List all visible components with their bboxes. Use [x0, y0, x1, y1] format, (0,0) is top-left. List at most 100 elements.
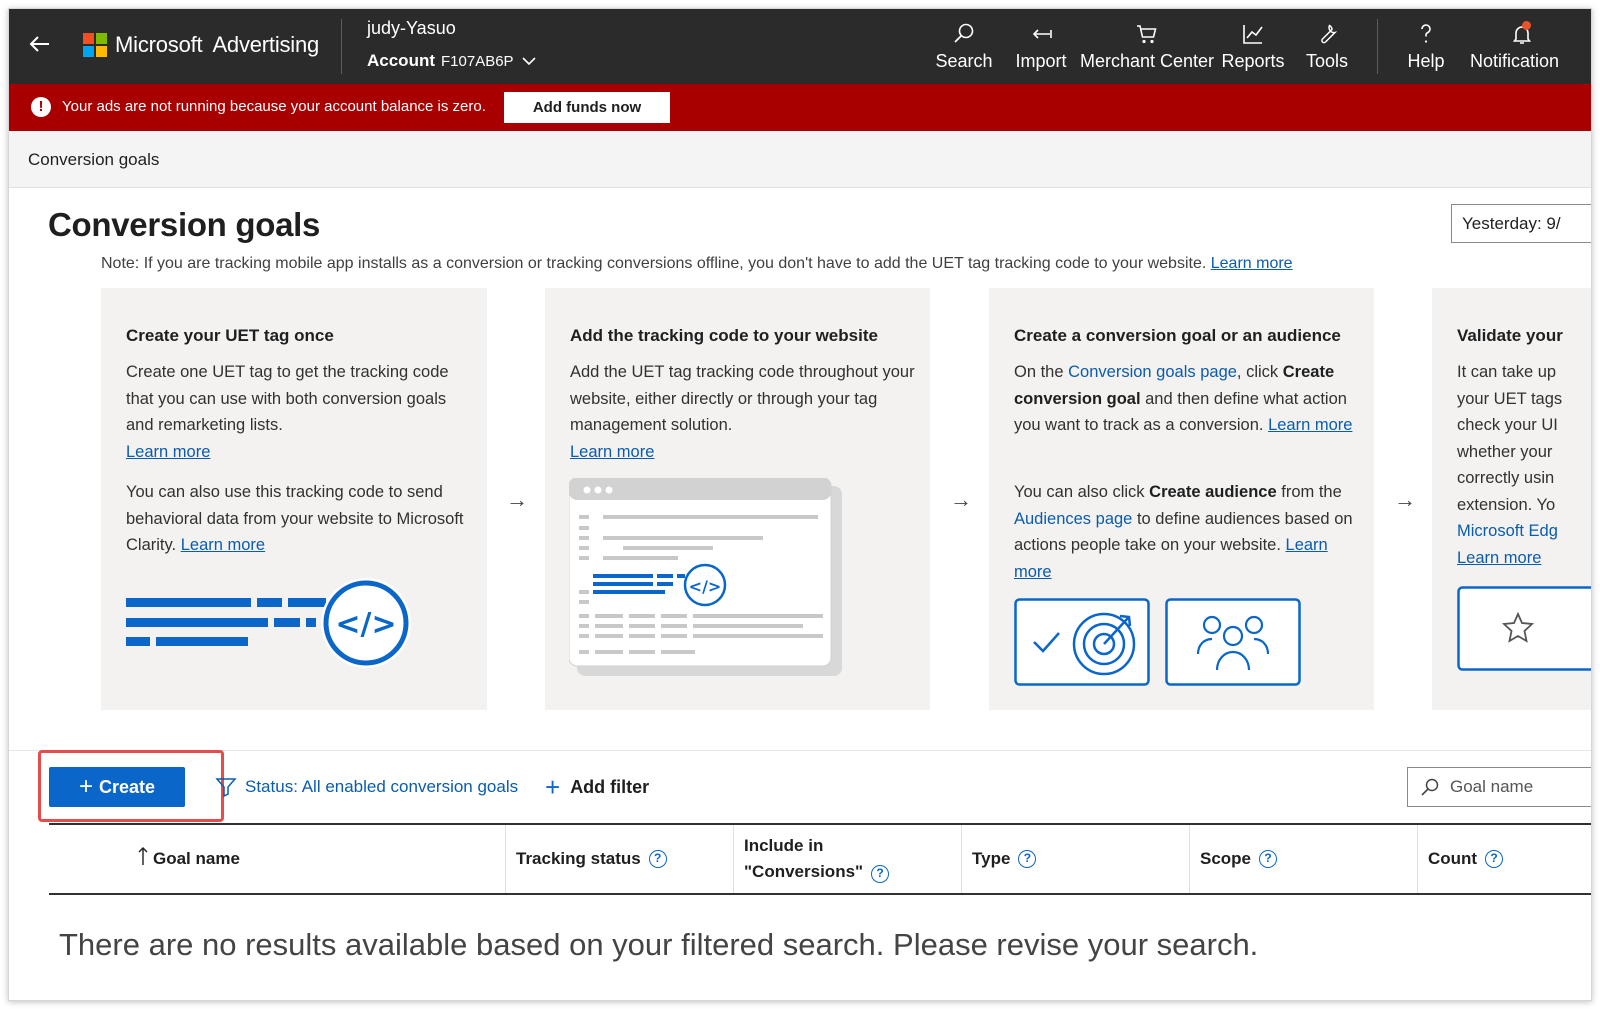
step-card-create-conversion-goal: Create a conversion goal or an audience … — [989, 288, 1374, 710]
column-count[interactable]: Count ? — [1417, 825, 1591, 893]
create-button[interactable]: + Create — [49, 767, 185, 807]
breadcrumb: Conversion goals — [9, 131, 1591, 188]
tracking-note: Note: If you are tracking mobile app ins… — [101, 255, 1293, 273]
section-divider — [9, 750, 1591, 751]
step-text: You can also click — [1014, 483, 1145, 501]
column-label: Scope — [1200, 849, 1252, 868]
account-label: Account — [367, 51, 435, 70]
step-card-create-uet-tag: Create your UET tag once Create one UET … — [101, 288, 487, 710]
account-selector[interactable]: Account F107AB6P — [367, 51, 536, 71]
column-tracking-status[interactable]: Tracking status ? — [505, 825, 732, 893]
nav-import-label: Import — [1015, 51, 1067, 71]
svg-text:</>: </> — [689, 577, 722, 596]
column-scope[interactable]: Scope ? — [1189, 825, 1416, 893]
chevron-down-icon — [521, 57, 536, 66]
star-icon — [1457, 586, 1591, 671]
nav-import[interactable]: Import — [1011, 21, 1071, 77]
import-icon — [1032, 29, 1052, 39]
divider — [341, 19, 342, 74]
step-text: You can also use this tracking code to s… — [126, 483, 464, 554]
step-text: On the — [1014, 363, 1064, 381]
column-type[interactable]: Type ? — [961, 825, 1188, 893]
learn-more-link[interactable]: Learn more — [181, 536, 265, 554]
learn-more-link[interactable]: Learn more — [1457, 549, 1541, 567]
help-icon — [1421, 24, 1431, 43]
column-label: Count — [1428, 849, 1478, 868]
sort-arrow-up-icon — [138, 847, 148, 865]
back-arrow-icon[interactable] — [27, 31, 53, 57]
help-icon[interactable]: ? — [1018, 850, 1037, 868]
add-funds-button[interactable]: Add funds now — [504, 92, 670, 123]
goal-name-search-input[interactable]: Goal name — [1407, 767, 1591, 807]
wrench-icon — [1321, 24, 1338, 44]
nav-help[interactable]: Help — [1401, 21, 1451, 77]
goals-table-header: Goal name Tracking status ? Include in "… — [49, 823, 1591, 895]
chart-icon — [1243, 25, 1263, 44]
notification-badge — [1522, 21, 1531, 30]
nav-search-label: Search — [935, 51, 993, 71]
account-number: F107AB6P — [441, 52, 514, 70]
nav-tools-label: Tools — [1305, 51, 1349, 71]
nav-search[interactable]: Search — [935, 21, 993, 77]
status-filter-label: Status: All enabled conversion goals — [245, 777, 519, 796]
help-icon[interactable]: ? — [871, 865, 890, 883]
logo-advertising-text: Advertising — [212, 32, 320, 57]
column-label: Type — [972, 849, 1011, 868]
nav-reports[interactable]: Reports — [1220, 21, 1286, 77]
microsoft-advertising-logo[interactable]: Microsoft Advertising — [83, 32, 319, 58]
plus-icon: + — [78, 773, 93, 800]
create-button-label: Create — [98, 776, 156, 797]
nav-merchant-center[interactable]: Merchant Center — [1079, 21, 1215, 77]
date-range-picker[interactable]: Yesterday: 9/ — [1451, 204, 1591, 243]
top-navigation-bar: Microsoft Advertising judy-Yasuo Account … — [9, 9, 1591, 84]
note-learn-more-link[interactable]: Learn more — [1211, 255, 1293, 272]
microsoft-edge-link[interactable]: Microsoft Edg — [1457, 522, 1558, 540]
column-include-in-conversions[interactable]: Include in "Conversions"? — [733, 825, 960, 893]
column-label: Include in — [744, 836, 824, 855]
divider — [1377, 19, 1378, 74]
step-text: check your UI — [1457, 416, 1558, 434]
learn-more-link[interactable]: Learn more — [126, 443, 210, 461]
microsoft-logo-icon — [83, 33, 107, 57]
nav-notification[interactable]: Notification — [1470, 21, 1570, 77]
help-icon[interactable]: ? — [648, 850, 667, 868]
search-icon — [1421, 778, 1439, 796]
help-icon[interactable]: ? — [1259, 850, 1278, 868]
step-title: Add the tracking code to your website — [570, 326, 878, 345]
column-goal-name[interactable]: Goal name — [49, 825, 504, 893]
step-title: Validate your — [1457, 326, 1563, 345]
cart-icon — [1137, 25, 1157, 44]
breadcrumb-item[interactable]: Conversion goals — [28, 150, 159, 170]
search-icon — [954, 23, 974, 43]
column-label: Goal name — [153, 849, 240, 868]
column-label: Tracking status — [516, 849, 641, 868]
step-bold-text: Create audience — [1149, 483, 1277, 501]
nav-tools[interactable]: Tools — [1302, 21, 1352, 77]
alert-banner: ! Your ads are not running because your … — [9, 84, 1591, 131]
svg-text:</>: </> — [335, 607, 396, 642]
arrow-right-icon: → — [506, 487, 528, 512]
nav-merchant-center-label: Merchant Center — [1079, 51, 1215, 71]
app-window: Microsoft Advertising judy-Yasuo Account … — [8, 8, 1592, 1001]
step-title: Create your UET tag once — [126, 326, 334, 345]
learn-more-link[interactable]: Learn more — [1268, 416, 1352, 434]
plus-icon: + — [545, 772, 561, 802]
nav-help-label: Help — [1407, 51, 1445, 71]
conversion-goals-page-link[interactable]: Conversion goals page — [1068, 363, 1237, 381]
search-placeholder: Goal name — [1450, 777, 1534, 796]
note-text: Note: If you are tracking mobile app ins… — [101, 255, 1207, 272]
status-filter[interactable]: Status: All enabled conversion goals — [215, 776, 518, 798]
nav-notification-label: Notification — [1470, 51, 1560, 71]
logo-microsoft-text: Microsoft — [115, 32, 203, 57]
arrow-right-icon: → — [1394, 487, 1416, 512]
step-text: your UET tags — [1457, 389, 1563, 408]
add-filter-button[interactable]: + Add filter — [545, 774, 649, 800]
learn-more-link[interactable]: Learn more — [570, 443, 654, 461]
audiences-page-link[interactable]: Audiences page — [1014, 510, 1132, 528]
alert-message: Your ads are not running because your ac… — [62, 98, 486, 115]
filter-icon — [215, 778, 237, 798]
step-text: correctly usin — [1457, 469, 1555, 487]
help-icon[interactable]: ? — [1485, 850, 1504, 868]
step-title: Create a conversion goal or an audience — [1014, 326, 1341, 345]
step-text: from the — [1281, 483, 1342, 501]
